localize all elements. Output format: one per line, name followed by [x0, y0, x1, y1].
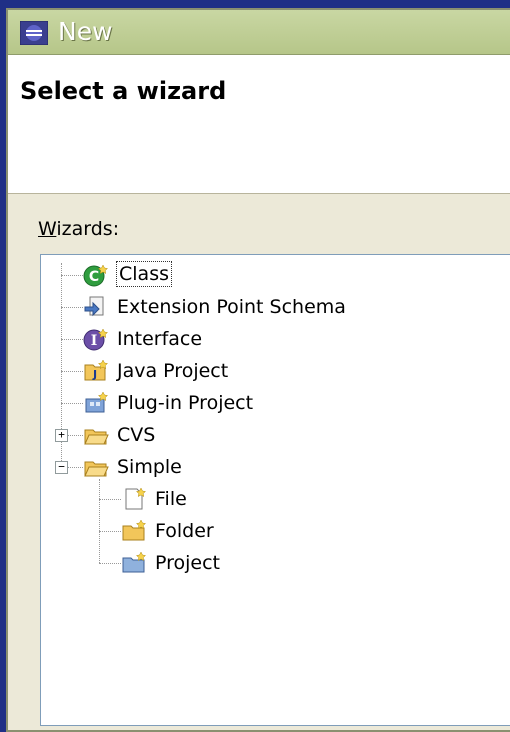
wizard-header: Select a wizard [8, 55, 510, 194]
tree-item-extension-point-schema[interactable]: Extension Point Schema [41, 292, 510, 322]
interface-icon: I [83, 328, 109, 351]
window-title: New [58, 17, 113, 46]
tree-item-label: Simple [117, 456, 182, 478]
class-icon: C [83, 264, 109, 287]
tree-item-java-project[interactable]: J Java Project [41, 356, 510, 386]
expand-toggle[interactable]: + [55, 429, 68, 442]
collapse-toggle[interactable]: − [55, 461, 68, 474]
extension-point-schema-icon [84, 296, 104, 317]
tree-item-cvs[interactable]: + CVS [41, 420, 510, 450]
wizards-label: Wizards: [38, 218, 119, 240]
new-project-icon [122, 551, 147, 573]
tree-item-label: File [155, 488, 187, 510]
tree-item-project[interactable]: Project [41, 548, 510, 578]
tree-item-interface[interactable]: I Interface [41, 324, 510, 354]
tree-item-label: Interface [117, 328, 203, 350]
tree-item-label: Plug-in Project [117, 392, 254, 414]
title-bar[interactable]: New [8, 10, 510, 55]
java-project-icon: J [84, 359, 109, 381]
tree-item-folder[interactable]: Folder [41, 516, 510, 546]
new-folder-icon [122, 519, 147, 541]
svg-text:J: J [92, 368, 97, 381]
tree-item-file[interactable]: File [41, 484, 510, 514]
tree-item-class[interactable]: C Class [41, 260, 510, 290]
wizard-tree[interactable]: C Class Extension Point Schema I Interfa… [40, 254, 510, 726]
tree-item-label: Extension Point Schema [117, 296, 346, 318]
tree-item-label: Class [116, 261, 172, 287]
folder-icon [84, 429, 109, 445]
tree-item-plugin-project[interactable]: Plug-in Project [41, 388, 510, 418]
tree-item-label: Folder [155, 520, 214, 542]
eclipse-app-icon [20, 21, 48, 45]
new-wizard-dialog: New Select a wizard Wizards: C Class Ext… [6, 8, 510, 732]
tree-item-label: Java Project [117, 360, 229, 382]
svg-text:I: I [91, 333, 98, 349]
new-file-icon [125, 487, 147, 510]
wizards-label-mnemonic: W [38, 218, 57, 240]
plugin-project-icon [85, 391, 109, 413]
wizards-label-text: izards: [56, 218, 120, 240]
svg-text:C: C [89, 269, 99, 285]
tree-item-simple[interactable]: − Simple [41, 452, 510, 482]
tree-item-label: CVS [117, 424, 156, 446]
open-folder-icon [84, 461, 109, 477]
page-title: Select a wizard [20, 77, 227, 105]
tree-item-label: Project [155, 552, 221, 574]
